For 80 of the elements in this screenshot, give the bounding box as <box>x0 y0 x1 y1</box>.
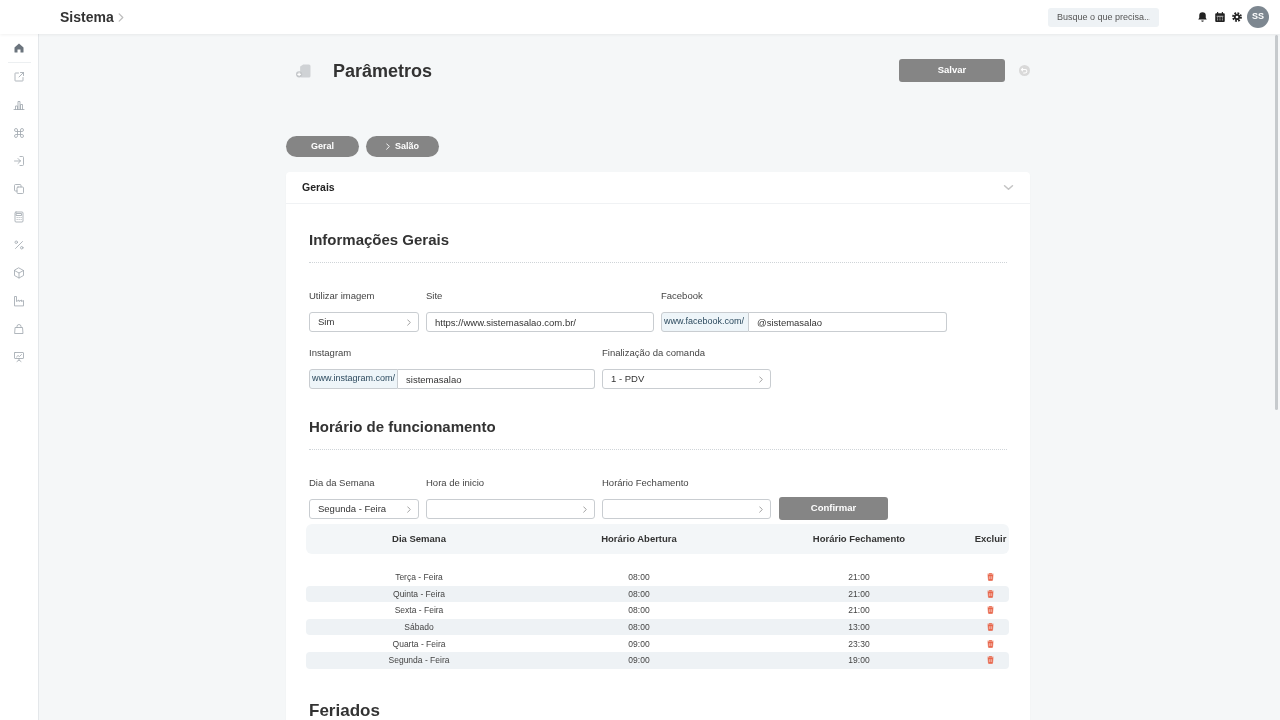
tile-plus-icon <box>296 63 311 78</box>
field-label: Site <box>426 289 444 303</box>
table-cell: 19:00 <box>848 654 870 667</box>
trash-icon[interactable] <box>987 573 994 582</box>
table-cell: 21:00 <box>848 571 870 584</box>
login-icon[interactable] <box>13 155 25 167</box>
bag-icon[interactable] <box>13 323 25 335</box>
settings-icon[interactable] <box>1232 12 1242 22</box>
home-icon[interactable] <box>13 42 25 54</box>
table-cell: Quarta - Feira <box>392 637 446 650</box>
chevron-right-icon <box>117 12 124 22</box>
table-cell: 09:00 <box>628 654 650 667</box>
scrollbar-thumb[interactable] <box>1275 35 1278 410</box>
table-cell: Terça - Feira <box>395 571 443 584</box>
field-label: Horário Fechamento <box>602 476 690 490</box>
trash-icon[interactable] <box>987 639 994 648</box>
calculator-icon[interactable] <box>13 211 25 223</box>
table-cell: Sexta - Feira <box>394 604 444 617</box>
table-cell: 08:00 <box>628 621 650 634</box>
table-cell: 08:00 <box>628 571 650 584</box>
section-heading: Horário de funcionamento <box>309 417 497 437</box>
select-field[interactable] <box>426 499 595 519</box>
field-label: Dia da Semana <box>309 476 376 490</box>
header-title: Sistema <box>60 8 114 26</box>
tab[interactable]: Salão <box>366 136 439 157</box>
factory-icon[interactable] <box>13 295 25 307</box>
table-cell: 21:00 <box>848 604 870 617</box>
text-field[interactable]: sistemasalao <box>398 369 595 389</box>
bar-chart-icon[interactable] <box>13 99 25 111</box>
section-heading: Informações Gerais <box>309 230 451 250</box>
table-cell: 08:00 <box>628 587 650 600</box>
table-cell: 13:00 <box>848 621 870 634</box>
text-field[interactable]: https://www.sistemasalao.com.br/ <box>426 312 654 332</box>
select-field[interactable]: 1 - PDV <box>602 369 771 389</box>
percent-icon[interactable] <box>13 239 25 251</box>
trash-icon[interactable] <box>987 623 994 632</box>
table-cell: 09:00 <box>628 637 650 650</box>
field-label: Instagram <box>309 346 353 360</box>
tab[interactable]: Geral <box>286 136 359 157</box>
table-cell: 08:00 <box>628 604 650 617</box>
trash-icon[interactable] <box>987 606 994 615</box>
chevron-right-icon <box>759 375 763 383</box>
url-prefix: www.facebook.com/ <box>661 312 749 332</box>
select-field[interactable]: Segunda - Feira <box>309 499 419 519</box>
field-label: Utilizar imagem <box>309 289 376 303</box>
url-prefix: www.instagram.com/ <box>309 369 399 389</box>
page-title: Parâmetros <box>333 59 433 82</box>
copy-icon[interactable] <box>13 183 25 195</box>
chevron-right-icon <box>407 318 411 326</box>
column-header: Horário Abertura <box>601 531 677 546</box>
table-cell: Quinta - Feira <box>393 587 445 600</box>
accordion-header[interactable]: Gerais <box>286 172 1030 204</box>
field-label: Facebook <box>661 289 704 303</box>
field-label: Finalização da comanda <box>602 346 706 360</box>
undo-icon[interactable] <box>1019 65 1030 76</box>
field-label: Hora de inicio <box>426 476 486 490</box>
trash-icon[interactable] <box>987 656 994 665</box>
table-cell: Segunda - Feira <box>388 654 450 667</box>
calendar-icon[interactable] <box>1215 12 1225 22</box>
chevron-right-icon <box>407 505 411 513</box>
cube-icon[interactable] <box>13 267 25 279</box>
chevron-right-icon <box>759 505 763 513</box>
column-header: Excluir <box>974 531 1007 546</box>
text-field[interactable]: @sistemasalao <box>749 312 947 332</box>
column-header: Horário Fechamento <box>812 531 906 546</box>
chevron-right-icon <box>583 505 587 513</box>
select-field[interactable] <box>602 499 771 519</box>
section-heading: Feriados <box>309 699 381 720</box>
table-cell: 23:30 <box>848 637 870 650</box>
column-header: Dia Semana <box>392 531 446 546</box>
share-icon[interactable] <box>13 71 25 83</box>
table-cell: 21:00 <box>848 587 870 600</box>
trash-icon[interactable] <box>987 589 994 598</box>
avatar[interactable]: SS <box>1247 6 1269 28</box>
select-field[interactable]: Sim <box>309 312 419 332</box>
search-field[interactable]: Busque o que precisa... <box>1048 7 1159 27</box>
table-cell: Sábado <box>404 621 434 634</box>
bell-icon[interactable] <box>1198 12 1207 22</box>
presentation-icon[interactable] <box>13 351 25 363</box>
command-icon[interactable] <box>13 127 25 139</box>
